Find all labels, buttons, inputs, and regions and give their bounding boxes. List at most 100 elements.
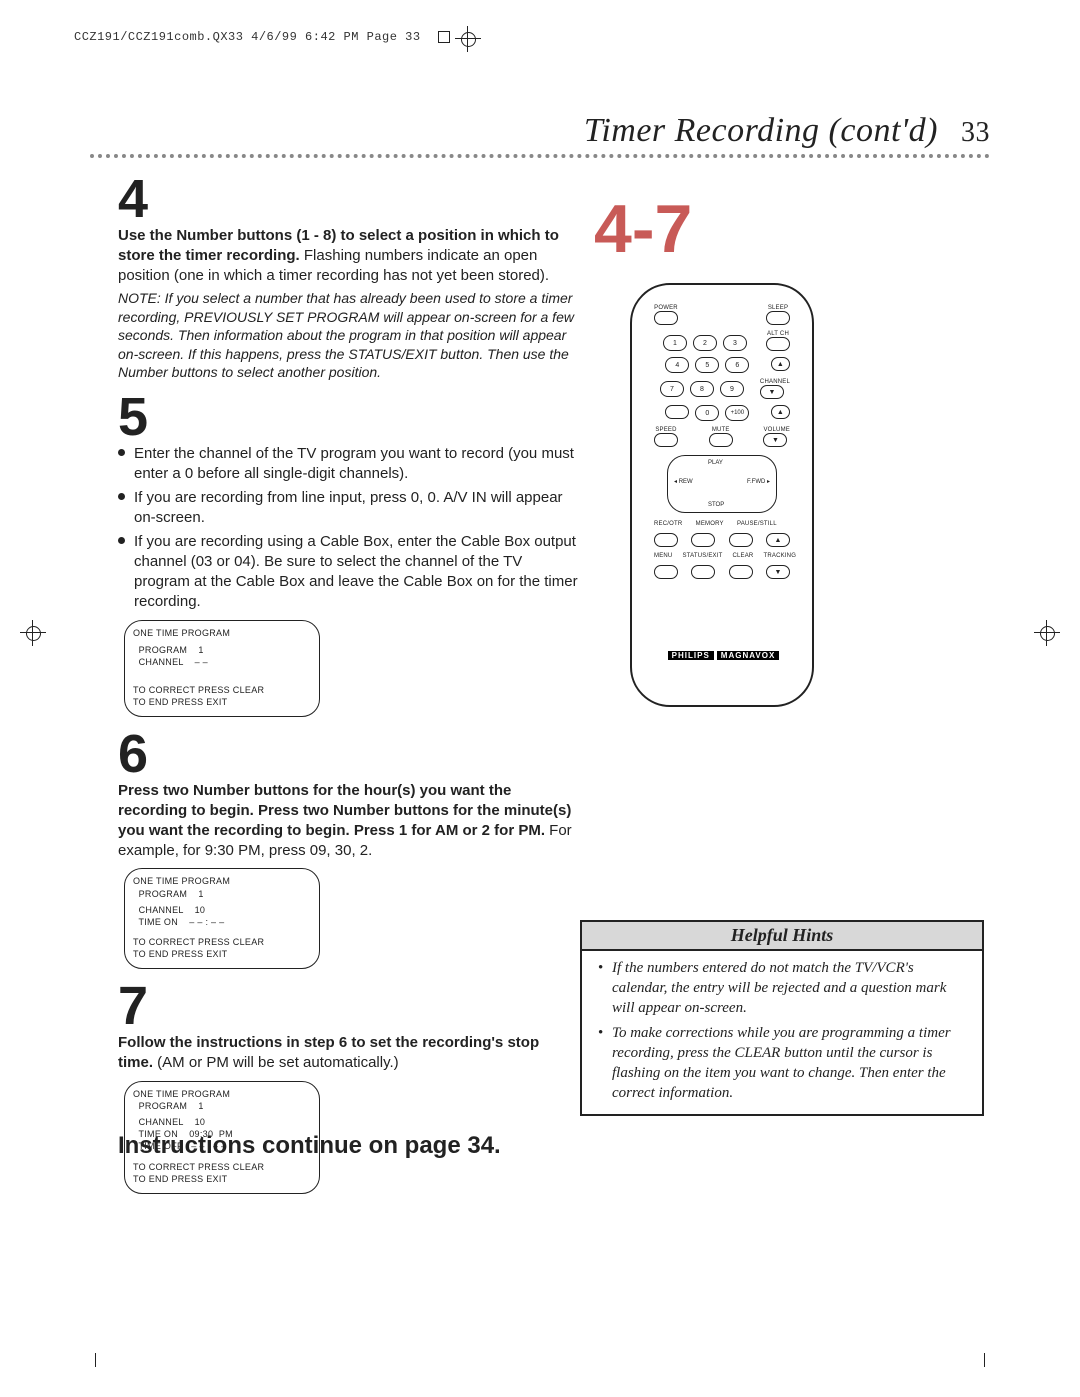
remote-label-channel: CHANNEL — [760, 379, 790, 385]
step-5: 5 Enter the channel of the TV program yo… — [118, 390, 578, 717]
step-5-item: Enter the channel of the TV program you … — [118, 444, 578, 484]
remote-volume-down[interactable]: ▼ — [763, 433, 787, 447]
step-7-rest: (AM or PM will be set automatically.) — [153, 1054, 399, 1071]
osd-line: TO END PRESS EXIT — [133, 696, 311, 708]
remote-num-1[interactable]: 1 — [663, 335, 687, 351]
remote-label-tracking: TRACKING — [763, 553, 796, 559]
left-column: 4 Use the Number buttons (1 - 8) to sele… — [118, 172, 578, 1194]
remote-pause-button[interactable] — [729, 533, 753, 547]
step-7: 7 Follow the instructions in step 6 to s… — [118, 979, 578, 1194]
hint-item: To make corrections while you are progra… — [598, 1024, 970, 1103]
registration-mark-left — [20, 620, 46, 646]
remote-mute-button[interactable] — [709, 433, 733, 447]
osd-line: TO END PRESS EXIT — [133, 948, 311, 960]
page-number: 33 — [961, 117, 990, 148]
crop-mark-icon — [95, 1353, 96, 1367]
remote-label-rew: ◂ REW — [674, 478, 693, 485]
step-5-item: If you are recording using a Cable Box, … — [118, 532, 578, 612]
remote-altch-button[interactable] — [766, 337, 790, 351]
remote-channel-down[interactable]: ▼ — [760, 385, 784, 399]
remote-brand-magnavox: MAGNAVOX — [717, 651, 780, 660]
osd-line: TO CORRECT PRESS CLEAR — [133, 684, 311, 696]
printer-mark-text: CCZ191/CCZ191comb.QX33 4/6/99 6:42 PM Pa… — [74, 30, 421, 44]
dotted-rule — [90, 154, 990, 158]
osd-line: PROGRAM 1 — [133, 888, 311, 900]
osd-line: PROGRAM 1 — [133, 644, 311, 656]
remote-label-altch: ALT CH — [766, 331, 790, 337]
step-4-text: Use the Number buttons (1 - 8) to select… — [118, 226, 578, 285]
page-title: Timer Recording (cont'd) 33 — [584, 112, 990, 150]
remote-menu-button[interactable] — [654, 565, 678, 579]
remote-clear-button[interactable] — [729, 565, 753, 579]
step-4-note: NOTE: If you select a number that has al… — [118, 289, 578, 381]
remote-label-power: POWER — [654, 305, 678, 311]
remote-tracking-up[interactable]: ▲ — [766, 533, 790, 547]
remote-num-4[interactable]: 4 — [665, 357, 689, 373]
remote-brand: PHILIPSMAGNAVOX — [632, 650, 812, 661]
remote-label-mute: MUTE — [709, 427, 733, 433]
remote-label-ffwd: F.FWD ▸ — [747, 478, 770, 485]
hint-item: If the numbers entered do not match the … — [598, 959, 970, 1018]
remote-label-stop: STOP — [708, 502, 724, 508]
remote-label-play: PLAY — [708, 460, 723, 466]
remote-rec-button[interactable] — [654, 533, 678, 547]
printer-mark: CCZ191/CCZ191comb.QX33 4/6/99 6:42 PM Pa… — [74, 30, 450, 44]
osd-line: ONE TIME PROGRAM — [133, 1088, 311, 1100]
remote-label-clear: CLEAR — [732, 553, 753, 559]
registration-mark-right — [1034, 620, 1060, 646]
remote-num-0[interactable]: 0 — [695, 405, 719, 421]
remote-tracking-down[interactable]: ▼ — [766, 565, 790, 579]
osd-line: PROGRAM 1 — [133, 1100, 311, 1112]
printer-mark-box-icon — [438, 31, 450, 43]
remote-num-7[interactable]: 7 — [660, 381, 684, 397]
step-5-number: 5 — [118, 390, 578, 444]
remote-control-illustration: POWER SLEEP 1 2 3 ALT CH — [630, 283, 814, 707]
step-5-item: If you are recording from line input, pr… — [118, 488, 578, 528]
remote-label-rec: REC/OTR — [654, 521, 682, 527]
remote-sleep-button[interactable] — [766, 311, 790, 325]
step-6-number: 6 — [118, 727, 578, 781]
remote-volume-up[interactable]: ▲ — [771, 405, 790, 419]
osd-line: TO CORRECT PRESS CLEAR — [133, 936, 311, 948]
osd-line: CHANNEL 10 — [133, 1116, 311, 1128]
remote-num-3[interactable]: 3 — [723, 335, 747, 351]
step-6-text: Press two Number buttons for the hour(s)… — [118, 781, 578, 860]
step-7-number: 7 — [118, 979, 578, 1033]
remote-label-speed: SPEED — [654, 427, 678, 433]
osd-line: CHANNEL – – — [133, 656, 311, 668]
crop-mark-icon — [984, 1353, 985, 1367]
remote-num-2[interactable]: 2 — [693, 335, 717, 351]
osd-line: ONE TIME PROGRAM — [133, 875, 311, 887]
onscreen-box-6: ONE TIME PROGRAM PROGRAM 1 CHANNEL 10 TI… — [124, 868, 320, 969]
remote-memory-button[interactable] — [691, 533, 715, 547]
osd-line: TO END PRESS EXIT — [133, 1173, 311, 1185]
remote-label-sleep: SLEEP — [766, 305, 790, 311]
registration-mark-top — [455, 26, 481, 52]
helpful-hints-title: Helpful Hints — [582, 922, 982, 951]
step-4-number: 4 — [118, 172, 578, 226]
osd-line: TO CORRECT PRESS CLEAR — [133, 1161, 311, 1173]
right-column: 4-7 POWER SLEEP 1 2 — [600, 195, 980, 707]
remote-blank-button[interactable] — [665, 405, 689, 419]
remote-num-6[interactable]: 6 — [725, 357, 749, 373]
remote-channel-up[interactable]: ▲ — [771, 357, 790, 371]
onscreen-box-5: ONE TIME PROGRAM PROGRAM 1 CHANNEL – – T… — [124, 620, 320, 717]
remote-num-8[interactable]: 8 — [690, 381, 714, 397]
step-4: 4 Use the Number buttons (1 - 8) to sele… — [118, 172, 578, 382]
remote-label-memory: MEMORY — [696, 521, 724, 527]
step-5-list: Enter the channel of the TV program you … — [118, 444, 578, 613]
osd-line: CHANNEL 10 — [133, 904, 311, 916]
step-6: 6 Press two Number buttons for the hour(… — [118, 727, 578, 969]
remote-num-9[interactable]: 9 — [720, 381, 744, 397]
remote-power-button[interactable] — [654, 311, 678, 325]
remote-status-button[interactable] — [691, 565, 715, 579]
remote-num-5[interactable]: 5 — [695, 357, 719, 373]
step-7-text: Follow the instructions in step 6 to set… — [118, 1033, 578, 1073]
helpful-hints-box: Helpful Hints If the numbers entered do … — [580, 920, 984, 1116]
remote-label-status: STATUS/EXIT — [682, 553, 722, 559]
remote-brand-philips: PHILIPS — [668, 651, 714, 660]
remote-speed-button[interactable] — [654, 433, 678, 447]
remote-label-volume: VOLUME — [763, 427, 790, 433]
remote-plus100[interactable]: +100 — [725, 405, 749, 421]
page: CCZ191/CCZ191comb.QX33 4/6/99 6:42 PM Pa… — [0, 0, 1080, 1397]
